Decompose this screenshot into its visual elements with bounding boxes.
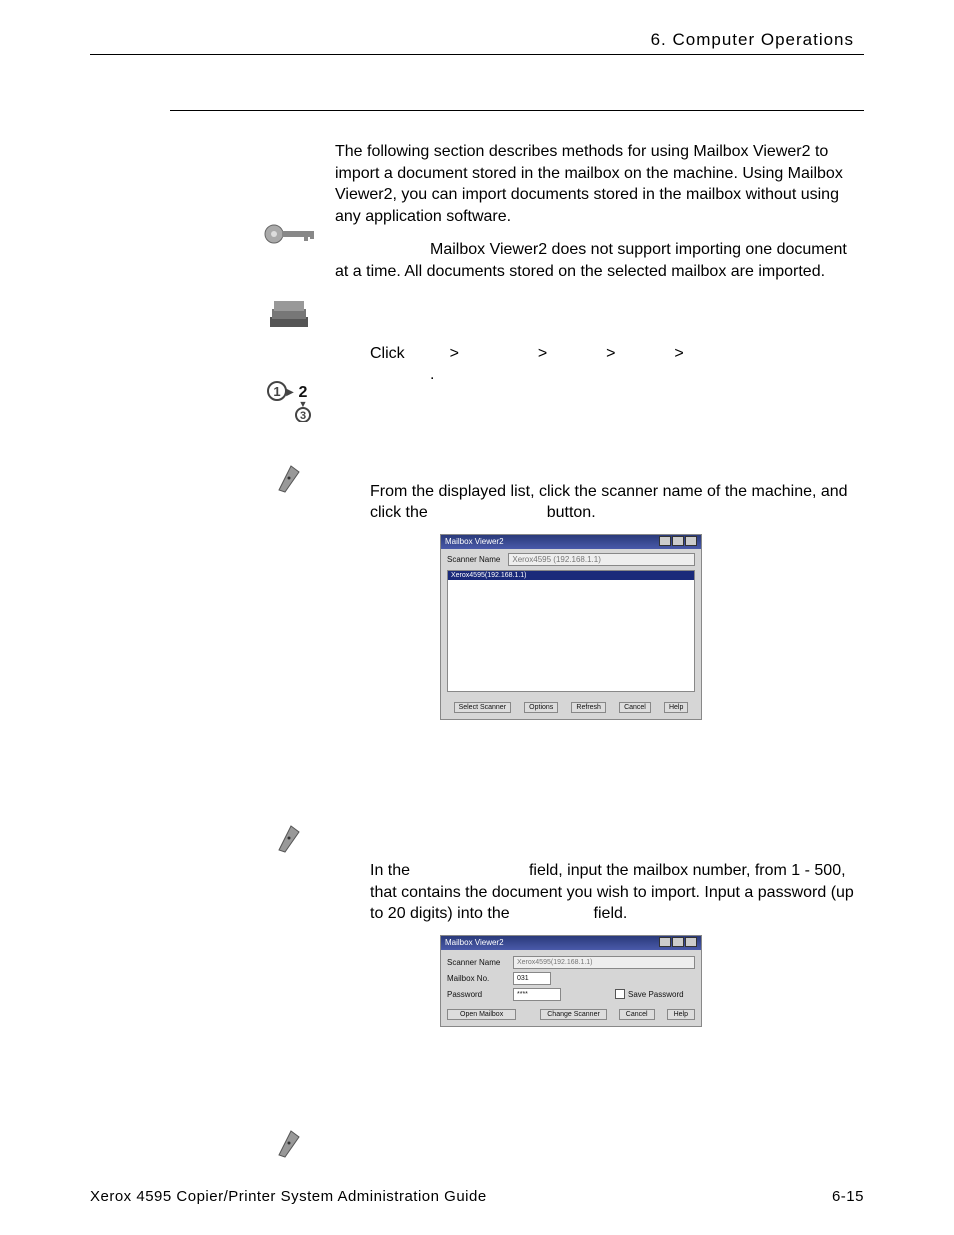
scanner-name-label: Scanner Name bbox=[447, 555, 500, 564]
checkbox-icon bbox=[615, 989, 625, 999]
cancel-button-2[interactable]: Cancel bbox=[619, 1009, 655, 1020]
step2-prefix: From the displayed list, click the scann… bbox=[370, 483, 848, 522]
books-icon bbox=[260, 295, 320, 335]
window-titlebar: Mailbox Viewer2 bbox=[441, 535, 701, 549]
mailbox-no-input[interactable]: 031 bbox=[513, 972, 551, 985]
window-control-buttons-2[interactable] bbox=[658, 937, 697, 949]
scanner-list-item-selected[interactable]: Xerox4595(192.168.1.1) bbox=[448, 571, 694, 580]
window-title: Mailbox Viewer2 bbox=[445, 537, 504, 546]
scanner-name-field: Xerox4595 (192.168.1.1) bbox=[508, 553, 695, 566]
chapter-header: 6. Computer Operations bbox=[90, 30, 864, 50]
gt-3: > bbox=[606, 345, 615, 362]
gt-2: > bbox=[538, 345, 547, 362]
help-button-2[interactable]: Help bbox=[667, 1009, 695, 1020]
intro-paragraph-1: The following section describes methods … bbox=[335, 141, 864, 227]
screenshot-scanner-list: Mailbox Viewer2 Scanner Name Xerox4595 (… bbox=[440, 534, 702, 720]
window-titlebar-2: Mailbox Viewer2 bbox=[441, 936, 701, 950]
intro-p2-text: Mailbox Viewer2 does not support importi… bbox=[335, 241, 847, 280]
change-scanner-button[interactable]: Change Scanner bbox=[540, 1009, 607, 1020]
step3-prefix: In the bbox=[370, 862, 414, 879]
svg-text:1: 1 bbox=[273, 384, 280, 399]
svg-text:3: 3 bbox=[300, 410, 306, 422]
section-rule bbox=[170, 110, 864, 111]
save-password-checkbox[interactable]: Save Password bbox=[615, 989, 695, 999]
mailbox-no-label: Mailbox No. bbox=[447, 974, 507, 983]
select-scanner-button[interactable]: Select Scanner bbox=[454, 702, 511, 713]
options-button[interactable]: Options bbox=[524, 702, 558, 713]
steps-icon: 1 ▶ 2 ▼ 3 bbox=[260, 380, 320, 422]
footer-left: Xerox 4595 Copier/Printer System Adminis… bbox=[90, 1188, 487, 1205]
step1-click: Click bbox=[370, 345, 409, 362]
password-label: Password bbox=[447, 990, 507, 999]
step1-line: Click > > > > . bbox=[370, 343, 864, 386]
step2-suffix: button. bbox=[547, 504, 596, 521]
step3-suffix: field. bbox=[594, 905, 628, 922]
cancel-button[interactable]: Cancel bbox=[619, 702, 651, 713]
open-mailbox-button[interactable]: Open Mailbox bbox=[447, 1009, 516, 1020]
key-icon bbox=[260, 220, 320, 248]
gt-1: > bbox=[450, 345, 459, 362]
nib-icon-3 bbox=[260, 1125, 320, 1159]
scanner-name-value: Xerox4595(192.168.1.1) bbox=[513, 956, 695, 969]
nib-icon-1 bbox=[260, 460, 320, 494]
window-title-2: Mailbox Viewer2 bbox=[445, 938, 504, 947]
save-password-label: Save Password bbox=[628, 990, 684, 999]
scanner-listbox[interactable]: Xerox4595(192.168.1.1) bbox=[447, 570, 695, 692]
window-control-buttons[interactable] bbox=[658, 536, 697, 548]
page-footer: Xerox 4595 Copier/Printer System Adminis… bbox=[90, 1188, 864, 1205]
gt-4: > bbox=[674, 345, 683, 362]
refresh-button[interactable]: Refresh bbox=[571, 702, 606, 713]
nib-icon-2 bbox=[260, 820, 320, 854]
step1-period: . bbox=[430, 366, 434, 383]
screenshot-mailbox-login: Mailbox Viewer2 Scanner Name Xerox4595(1… bbox=[440, 935, 702, 1027]
help-button[interactable]: Help bbox=[664, 702, 688, 713]
header-rule bbox=[90, 54, 864, 55]
step3-paragraph: In the field, input the mailbox number, … bbox=[370, 860, 864, 925]
password-input[interactable]: **** bbox=[513, 988, 561, 1001]
svg-text:▶: ▶ bbox=[286, 387, 294, 398]
step2-paragraph: From the displayed list, click the scann… bbox=[370, 481, 864, 524]
footer-right: 6-15 bbox=[832, 1188, 864, 1205]
scanner-name-label-2: Scanner Name bbox=[447, 958, 507, 967]
intro-paragraph-2: Mailbox Viewer2 does not support importi… bbox=[335, 239, 864, 282]
